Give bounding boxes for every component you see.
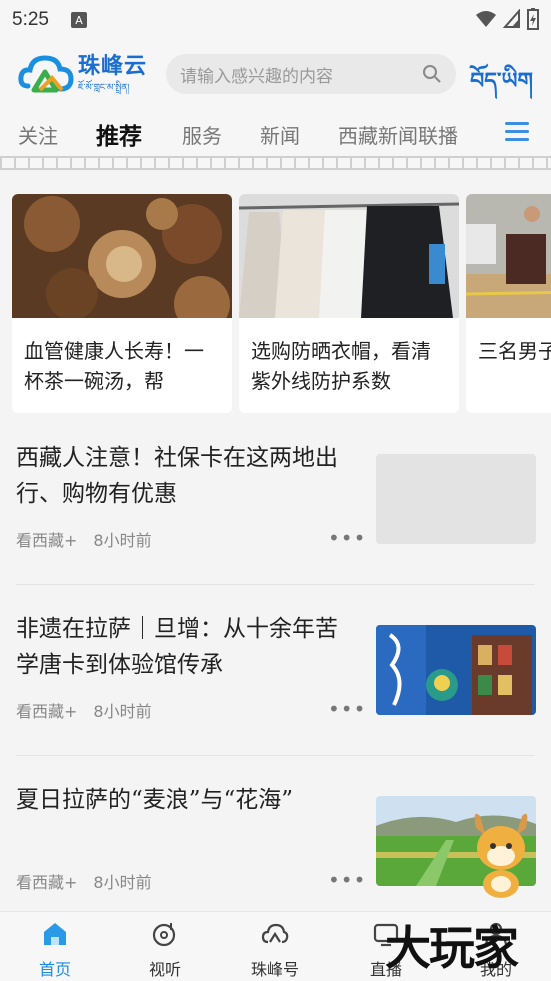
signal-icon — [503, 9, 520, 28]
news-item[interactable]: 非遗在拉萨｜旦增：从十余年苦学唐卡到体验馆传承 看西藏+ 8小时前 ••• — [0, 585, 551, 756]
news-meta: 看西藏+ 8小时前 — [16, 869, 152, 893]
news-source: 看西藏+ — [16, 531, 78, 550]
nav-zhufeng-account[interactable]: 珠峰号 — [235, 920, 315, 980]
news-source: 看西藏+ — [16, 873, 78, 892]
home-icon — [44, 923, 66, 945]
nav-media[interactable]: 视听 — [125, 920, 205, 980]
card-title: 三名男子车数百米 — [478, 339, 551, 363]
news-title: 西藏人注意！社保卡在这两地出行、购物有优惠 — [16, 445, 338, 507]
status-icons — [475, 8, 539, 30]
wifi-icon — [476, 11, 496, 27]
news-title: 非遗在拉萨｜旦增：从十余年苦学唐卡到体验馆传承 — [16, 616, 338, 678]
more-options-icon[interactable]: ••• — [328, 526, 366, 550]
news-meta: 看西藏+ 8小时前 — [16, 527, 152, 551]
featured-carousel[interactable]: 血管健康人长寿！一杯茶一碗汤，帮 选购防晒衣帽，看清紫外线防护系数 三名男子车数… — [0, 190, 551, 414]
card-image-street — [466, 194, 551, 318]
cloud-logo-icon — [18, 55, 74, 93]
category-tabs: 关注 推荐 服务 新闻 西藏新闻联播 — [0, 110, 551, 156]
decorative-border — [0, 156, 551, 170]
news-time: 8小时前 — [93, 873, 152, 892]
nav-label: 珠峰号 — [250, 960, 299, 979]
more-options-icon[interactable]: ••• — [328, 697, 366, 721]
tab-follow[interactable]: 关注 — [18, 120, 58, 149]
cloud-mountain-icon — [261, 923, 289, 944]
tab-tibet-news-broadcast[interactable]: 西藏新闻联播 — [338, 120, 458, 149]
featured-card[interactable]: 选购防晒衣帽，看清紫外线防护系数 — [239, 194, 459, 413]
search-placeholder: 请输入感兴趣的内容 — [180, 66, 333, 87]
news-time: 8小时前 — [93, 702, 152, 721]
nav-label: 首页 — [38, 960, 71, 979]
news-meta: 看西藏+ 8小时前 — [16, 698, 152, 722]
card-title: 血管健康人长寿！一杯茶一碗汤，帮 — [24, 339, 204, 393]
status-bar: 5:25 A — [0, 0, 551, 40]
app-logo: 珠峰云 ཇོ་མོ་གླང་མ་སྤྲིན། — [18, 50, 158, 100]
tab-news[interactable]: 新闻 — [260, 120, 300, 149]
card-title: 选购防晒衣帽，看清紫外线防护系数 — [251, 339, 431, 393]
tab-services[interactable]: 服务 — [182, 120, 222, 149]
news-time: 8小时前 — [93, 531, 152, 550]
news-source: 看西藏+ — [16, 702, 78, 721]
logo-subtitle: ཇོ་མོ་གླང་མ་སྤྲིན། — [78, 82, 130, 93]
notification-icon: A — [70, 12, 87, 28]
battery-icon — [527, 8, 539, 30]
card-image-herbs — [12, 194, 232, 332]
tab-recommend[interactable]: 推荐 — [96, 117, 142, 151]
watermark: 大玩家 — [385, 921, 519, 975]
news-thumbnail-thangka — [376, 625, 536, 715]
app-header: 珠峰云 ཇོ་མོ་གླང་མ་སྤྲིན། 请输入感兴趣的内容 བོད་ཡིག — [0, 40, 551, 110]
featured-card[interactable]: 三名男子车数百米 — [466, 194, 551, 413]
search-icon[interactable] — [422, 64, 442, 84]
tibetan-language-button[interactable]: བོད་ཡིག — [470, 56, 533, 118]
news-title: 夏日拉萨的“麦浪”与“花海” — [16, 787, 294, 813]
news-thumbnail-placeholder — [376, 454, 536, 544]
nav-label: 视听 — [148, 960, 181, 979]
music-disc-icon — [152, 923, 176, 947]
search-bar[interactable]: 请输入感兴趣的内容 — [166, 54, 456, 94]
logo-title: 珠峰云 — [78, 52, 148, 78]
news-item[interactable]: 西藏人注意！社保卡在这两地出行、购物有优惠 看西藏+ 8小时前 ••• — [0, 414, 551, 585]
more-options-icon[interactable]: ••• — [328, 868, 366, 892]
status-time: 5:25 — [12, 9, 49, 30]
nav-home[interactable]: 首页 — [15, 920, 95, 980]
mascot-icon[interactable] — [466, 808, 536, 900]
card-image-clothes — [239, 194, 459, 318]
featured-card[interactable]: 血管健康人长寿！一杯茶一碗汤，帮 — [12, 194, 232, 413]
channel-menu-icon[interactable] — [505, 122, 529, 142]
